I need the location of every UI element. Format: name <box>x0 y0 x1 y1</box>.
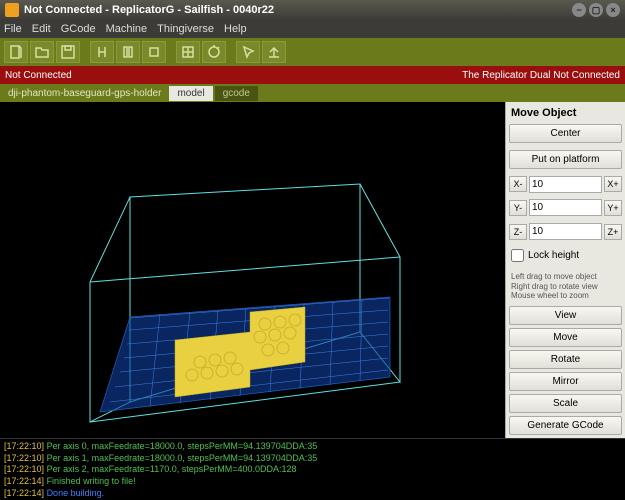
view-button[interactable]: View <box>509 306 622 325</box>
close-button[interactable]: × <box>606 3 620 17</box>
menu-edit[interactable]: Edit <box>32 23 51 35</box>
menu-thingiverse[interactable]: Thingiverse <box>157 23 214 35</box>
title-bar: Not Connected - ReplicatorG - Sailfish -… <box>0 0 625 20</box>
console-line: [17:22:10] Per axis 1, maxFeedrate=18000… <box>4 453 621 465</box>
hint-text: Left drag to move object Right drag to r… <box>509 270 622 303</box>
lock-height-checkbox[interactable] <box>511 249 524 262</box>
stop-icon[interactable] <box>142 41 166 63</box>
center-button[interactable]: Center <box>509 124 622 143</box>
y-minus-button[interactable]: Y- <box>509 200 527 216</box>
cursor-icon[interactable] <box>236 41 260 63</box>
pause-icon[interactable] <box>116 41 140 63</box>
z-minus-button[interactable]: Z- <box>509 224 527 240</box>
scale-button[interactable]: Scale <box>509 394 622 413</box>
z-plus-button[interactable]: Z+ <box>604 224 622 240</box>
window-title: Not Connected - ReplicatorG - Sailfish -… <box>24 4 274 16</box>
put-on-platform-button[interactable]: Put on platform <box>509 150 622 169</box>
app-icon <box>5 3 19 17</box>
x-plus-button[interactable]: X+ <box>604 176 622 192</box>
side-panel: Move Object Center Put on platform X- X+… <box>505 102 625 438</box>
lock-height-label: Lock height <box>528 250 579 261</box>
mirror-button[interactable]: Mirror <box>509 372 622 391</box>
upload-icon[interactable] <box>262 41 286 63</box>
z-input[interactable] <box>529 223 602 240</box>
tab-gcode[interactable]: gcode <box>215 86 258 101</box>
menu-gcode[interactable]: GCode <box>61 23 96 35</box>
y-input[interactable] <box>529 199 602 216</box>
generate-gcode-button[interactable]: Generate GCode <box>509 416 622 435</box>
reset-icon[interactable] <box>202 41 226 63</box>
open-icon[interactable] <box>30 41 54 63</box>
3d-scene <box>0 102 505 438</box>
connect-icon[interactable] <box>90 41 114 63</box>
tab-model[interactable]: model <box>169 86 212 101</box>
model-viewport[interactable] <box>0 102 505 438</box>
minimize-button[interactable]: − <box>572 3 586 17</box>
move-button[interactable]: Move <box>509 328 622 347</box>
x-input[interactable] <box>529 176 602 193</box>
menu-help[interactable]: Help <box>224 23 247 35</box>
rotate-button[interactable]: Rotate <box>509 350 622 369</box>
save-icon[interactable] <box>56 41 80 63</box>
console-line: [17:22:10] Per axis 0, maxFeedrate=18000… <box>4 441 621 453</box>
maximize-button[interactable]: ▢ <box>589 3 603 17</box>
menu-file[interactable]: File <box>4 23 22 35</box>
tab-bar: dji-phantom-baseguard-gps-holder model g… <box>0 84 625 102</box>
y-plus-button[interactable]: Y+ <box>604 200 622 216</box>
console-line: [17:22:10] Per axis 2, maxFeedrate=1170.… <box>4 464 621 476</box>
status-bar: Not Connected The Replicator Dual Not Co… <box>0 66 625 84</box>
console-panel: [17:22:10] Per axis 0, maxFeedrate=18000… <box>0 438 625 500</box>
filename-label: dji-phantom-baseguard-gps-holder <box>2 88 167 99</box>
status-right: The Replicator Dual Not Connected <box>462 70 620 81</box>
status-left: Not Connected <box>5 70 72 81</box>
menu-machine[interactable]: Machine <box>106 23 148 35</box>
new-icon[interactable] <box>4 41 28 63</box>
console-line: [17:22:14] Done building. <box>4 488 621 500</box>
build-icon[interactable] <box>176 41 200 63</box>
menu-bar: File Edit GCode Machine Thingiverse Help <box>0 20 625 38</box>
panel-title: Move Object <box>509 105 622 121</box>
toolbar <box>0 38 625 66</box>
x-minus-button[interactable]: X- <box>509 176 527 192</box>
console-line: [17:22:14] Finished writing to file! <box>4 476 621 488</box>
